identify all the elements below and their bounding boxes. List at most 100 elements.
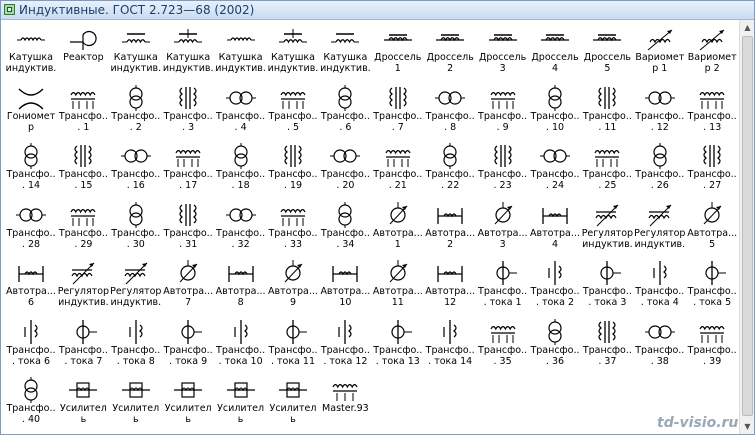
stencil-item[interactable]: Трансфо... тока 8 [110, 315, 162, 377]
stencil-item[interactable]: Трансфо... тока 2 [529, 256, 581, 318]
stencil-item[interactable]: Трансфо... 6 [319, 81, 371, 143]
stencil-item[interactable]: Регулятор индуктив... [110, 256, 162, 318]
stencil-item[interactable]: Трансфо... 3 [162, 81, 214, 143]
stencil-item[interactable]: Дроссель 1 [372, 22, 424, 84]
stencil-item[interactable]: Дроссель 5 [581, 22, 633, 84]
stencil-item[interactable]: Трансфо... 39 [686, 315, 738, 377]
stencil-item[interactable]: Трансфо... тока 12 [319, 315, 371, 377]
stencil-item[interactable]: Автотра... 2 [424, 198, 476, 260]
stencil-item[interactable]: Трансфо... 28 [5, 198, 57, 260]
stencil-item[interactable]: Автотра... 9 [267, 256, 319, 318]
stencil-item[interactable]: Гониометр [5, 81, 57, 143]
stencil-item[interactable]: Катушка индуктив... [162, 22, 214, 84]
stencil-item[interactable]: Трансфо... 37 [581, 315, 633, 377]
stencil-item[interactable]: Трансфо... 27 [686, 139, 738, 201]
stencil-item[interactable]: Трансфо... тока 10 [215, 315, 267, 377]
stencil-item[interactable]: Трансфо... 31 [162, 198, 214, 260]
stencil-item[interactable]: Автотра... 4 [529, 198, 581, 260]
stencil-item[interactable]: Регулятор индуктив... [57, 256, 109, 318]
stencil-item[interactable]: Автотра... 10 [319, 256, 371, 318]
stencil-item[interactable]: Автотра... 11 [372, 256, 424, 318]
stencil-item[interactable]: Трансфо... тока 13 [372, 315, 424, 377]
stencil-item[interactable]: Трансфо... 40 [5, 373, 57, 434]
stencil-item[interactable]: Трансфо... тока 1 [477, 256, 529, 318]
stencil-item[interactable]: Трансфо... 9 [477, 81, 529, 143]
stencil-item[interactable]: Катушка индуктив... [215, 22, 267, 84]
stencil-item[interactable]: Трансфо... 8 [424, 81, 476, 143]
stencil-item[interactable]: Автотра... 8 [215, 256, 267, 318]
stencil-item[interactable]: Трансфо... 25 [581, 139, 633, 201]
stencil-item[interactable]: Трансфо... 7 [372, 81, 424, 143]
stencil-item[interactable]: Дроссель 3 [477, 22, 529, 84]
stencil-item[interactable]: Трансфо... 10 [529, 81, 581, 143]
stencil-item[interactable]: Трансфо... тока 7 [57, 315, 109, 377]
stencil-item[interactable]: Дроссель 2 [424, 22, 476, 84]
stencil-item[interactable]: Трансфо... 5 [267, 81, 319, 143]
stencil-item[interactable]: Трансфо... 4 [215, 81, 267, 143]
scroll-up-icon[interactable]: ▲ [740, 20, 754, 35]
stencil-item[interactable]: Трансфо... 15 [57, 139, 109, 201]
stencil-item[interactable]: Вариометр 1 [634, 22, 686, 84]
stencil-item[interactable]: Автотра... 12 [424, 256, 476, 318]
stencil-item[interactable]: Трансфо... тока 6 [5, 315, 57, 377]
stencil-item[interactable]: Катушка индуктив... [319, 22, 371, 84]
stencil-item[interactable]: Дроссель 4 [529, 22, 581, 84]
stencil-item[interactable]: Автотра... 5 [686, 198, 738, 260]
stencil-item-label: Трансфо... 10 [530, 110, 580, 133]
stencil-item[interactable]: Трансфо... 26 [634, 139, 686, 201]
stencil-item[interactable]: Трансфо... 38 [634, 315, 686, 377]
stencil-item[interactable]: Автотра... 7 [162, 256, 214, 318]
stencil-item[interactable]: Трансфо... 12 [634, 81, 686, 143]
stencil-item[interactable]: Трансфо... 19 [267, 139, 319, 201]
stencil-item-label: Гониометр [6, 110, 56, 133]
stencil-item[interactable]: Трансфо... 17 [162, 139, 214, 201]
transformer-icon [338, 201, 352, 228]
stencil-item[interactable]: Регулятор индуктив... [581, 198, 633, 260]
stencil-item[interactable]: Master.93 [319, 373, 371, 434]
stencil-item[interactable]: Трансфо... 24 [529, 139, 581, 201]
stencil-item-label: Трансфо... 23 [478, 169, 528, 191]
title-bar[interactable]: Индуктивные. ГОСТ 2.723—68 (2002) [1, 1, 754, 20]
vertical-scrollbar[interactable]: ▲ ▼ [739, 20, 754, 434]
stencil-item[interactable]: Трансфо... 21 [372, 139, 424, 201]
stencil-item[interactable]: Вариометр 2 [686, 22, 738, 84]
stencil-item[interactable]: Трансфо... 30 [110, 198, 162, 260]
stencil-item[interactable]: Трансфо... 32 [215, 198, 267, 260]
stencil-item[interactable]: Автотра... 3 [477, 198, 529, 260]
stencil-item[interactable]: Трансфо... 11 [581, 81, 633, 143]
stencil-item[interactable]: Автотра... 1 [372, 198, 424, 260]
stencil-item[interactable]: Катушка индуктив... [110, 22, 162, 84]
stencil-item[interactable]: Катушка индуктив... [267, 22, 319, 84]
stencil-item[interactable]: Усилитель магнитн... [215, 373, 267, 434]
stencil-item[interactable]: Автотра... 6 [5, 256, 57, 318]
stencil-item[interactable]: Трансфо... 2 [110, 81, 162, 143]
stencil-item[interactable]: Трансфо... 16 [110, 139, 162, 201]
stencil-item[interactable]: Усилитель магнитн... [57, 373, 109, 434]
stencil-item[interactable]: Трансфо... тока 11 [267, 315, 319, 377]
stencil-item[interactable]: Трансфо... 29 [57, 198, 109, 260]
stencil-item[interactable]: Трансфо... 13 [686, 81, 738, 143]
stencil-item[interactable]: Усилитель магнитн... [267, 373, 319, 434]
stencil-item[interactable]: Трансфо... 34 [319, 198, 371, 260]
stencil-item[interactable]: Усилитель магнитн... [162, 373, 214, 434]
stencil-item[interactable]: Трансфо... тока 4 [634, 256, 686, 318]
scroll-down-icon[interactable]: ▼ [740, 419, 754, 434]
stencil-item[interactable]: Трансфо... 18 [215, 139, 267, 201]
stencil-item[interactable]: Трансфо... тока 5 [686, 256, 738, 318]
stencil-item[interactable]: Регулятор индуктив... [634, 198, 686, 260]
stencil-item[interactable]: Реактор [57, 22, 109, 84]
stencil-item[interactable]: Трансфо... 1 [57, 81, 109, 143]
stencil-item[interactable]: Трансфо... 14 [5, 139, 57, 201]
stencil-item[interactable]: Трансфо... 23 [477, 139, 529, 201]
stencil-item[interactable]: Трансфо... тока 3 [581, 256, 633, 318]
stencil-item[interactable]: Трансфо... 33 [267, 198, 319, 260]
stencil-item[interactable]: Катушка индуктив... [5, 22, 57, 84]
stencil-item[interactable]: Усилитель магнитн... [110, 373, 162, 434]
stencil-item[interactable]: Трансфо... 22 [424, 139, 476, 201]
stencil-item[interactable]: Трансфо... 35 [477, 315, 529, 377]
stencil-item[interactable]: Трансфо... тока 9 [162, 315, 214, 377]
stencil-item[interactable]: Трансфо... 36 [529, 315, 581, 377]
stencil-item[interactable]: Трансфо... 20 [319, 139, 371, 201]
scrollbar-thumb[interactable] [742, 36, 753, 416]
stencil-item[interactable]: Трансфо... тока 14 [424, 315, 476, 377]
